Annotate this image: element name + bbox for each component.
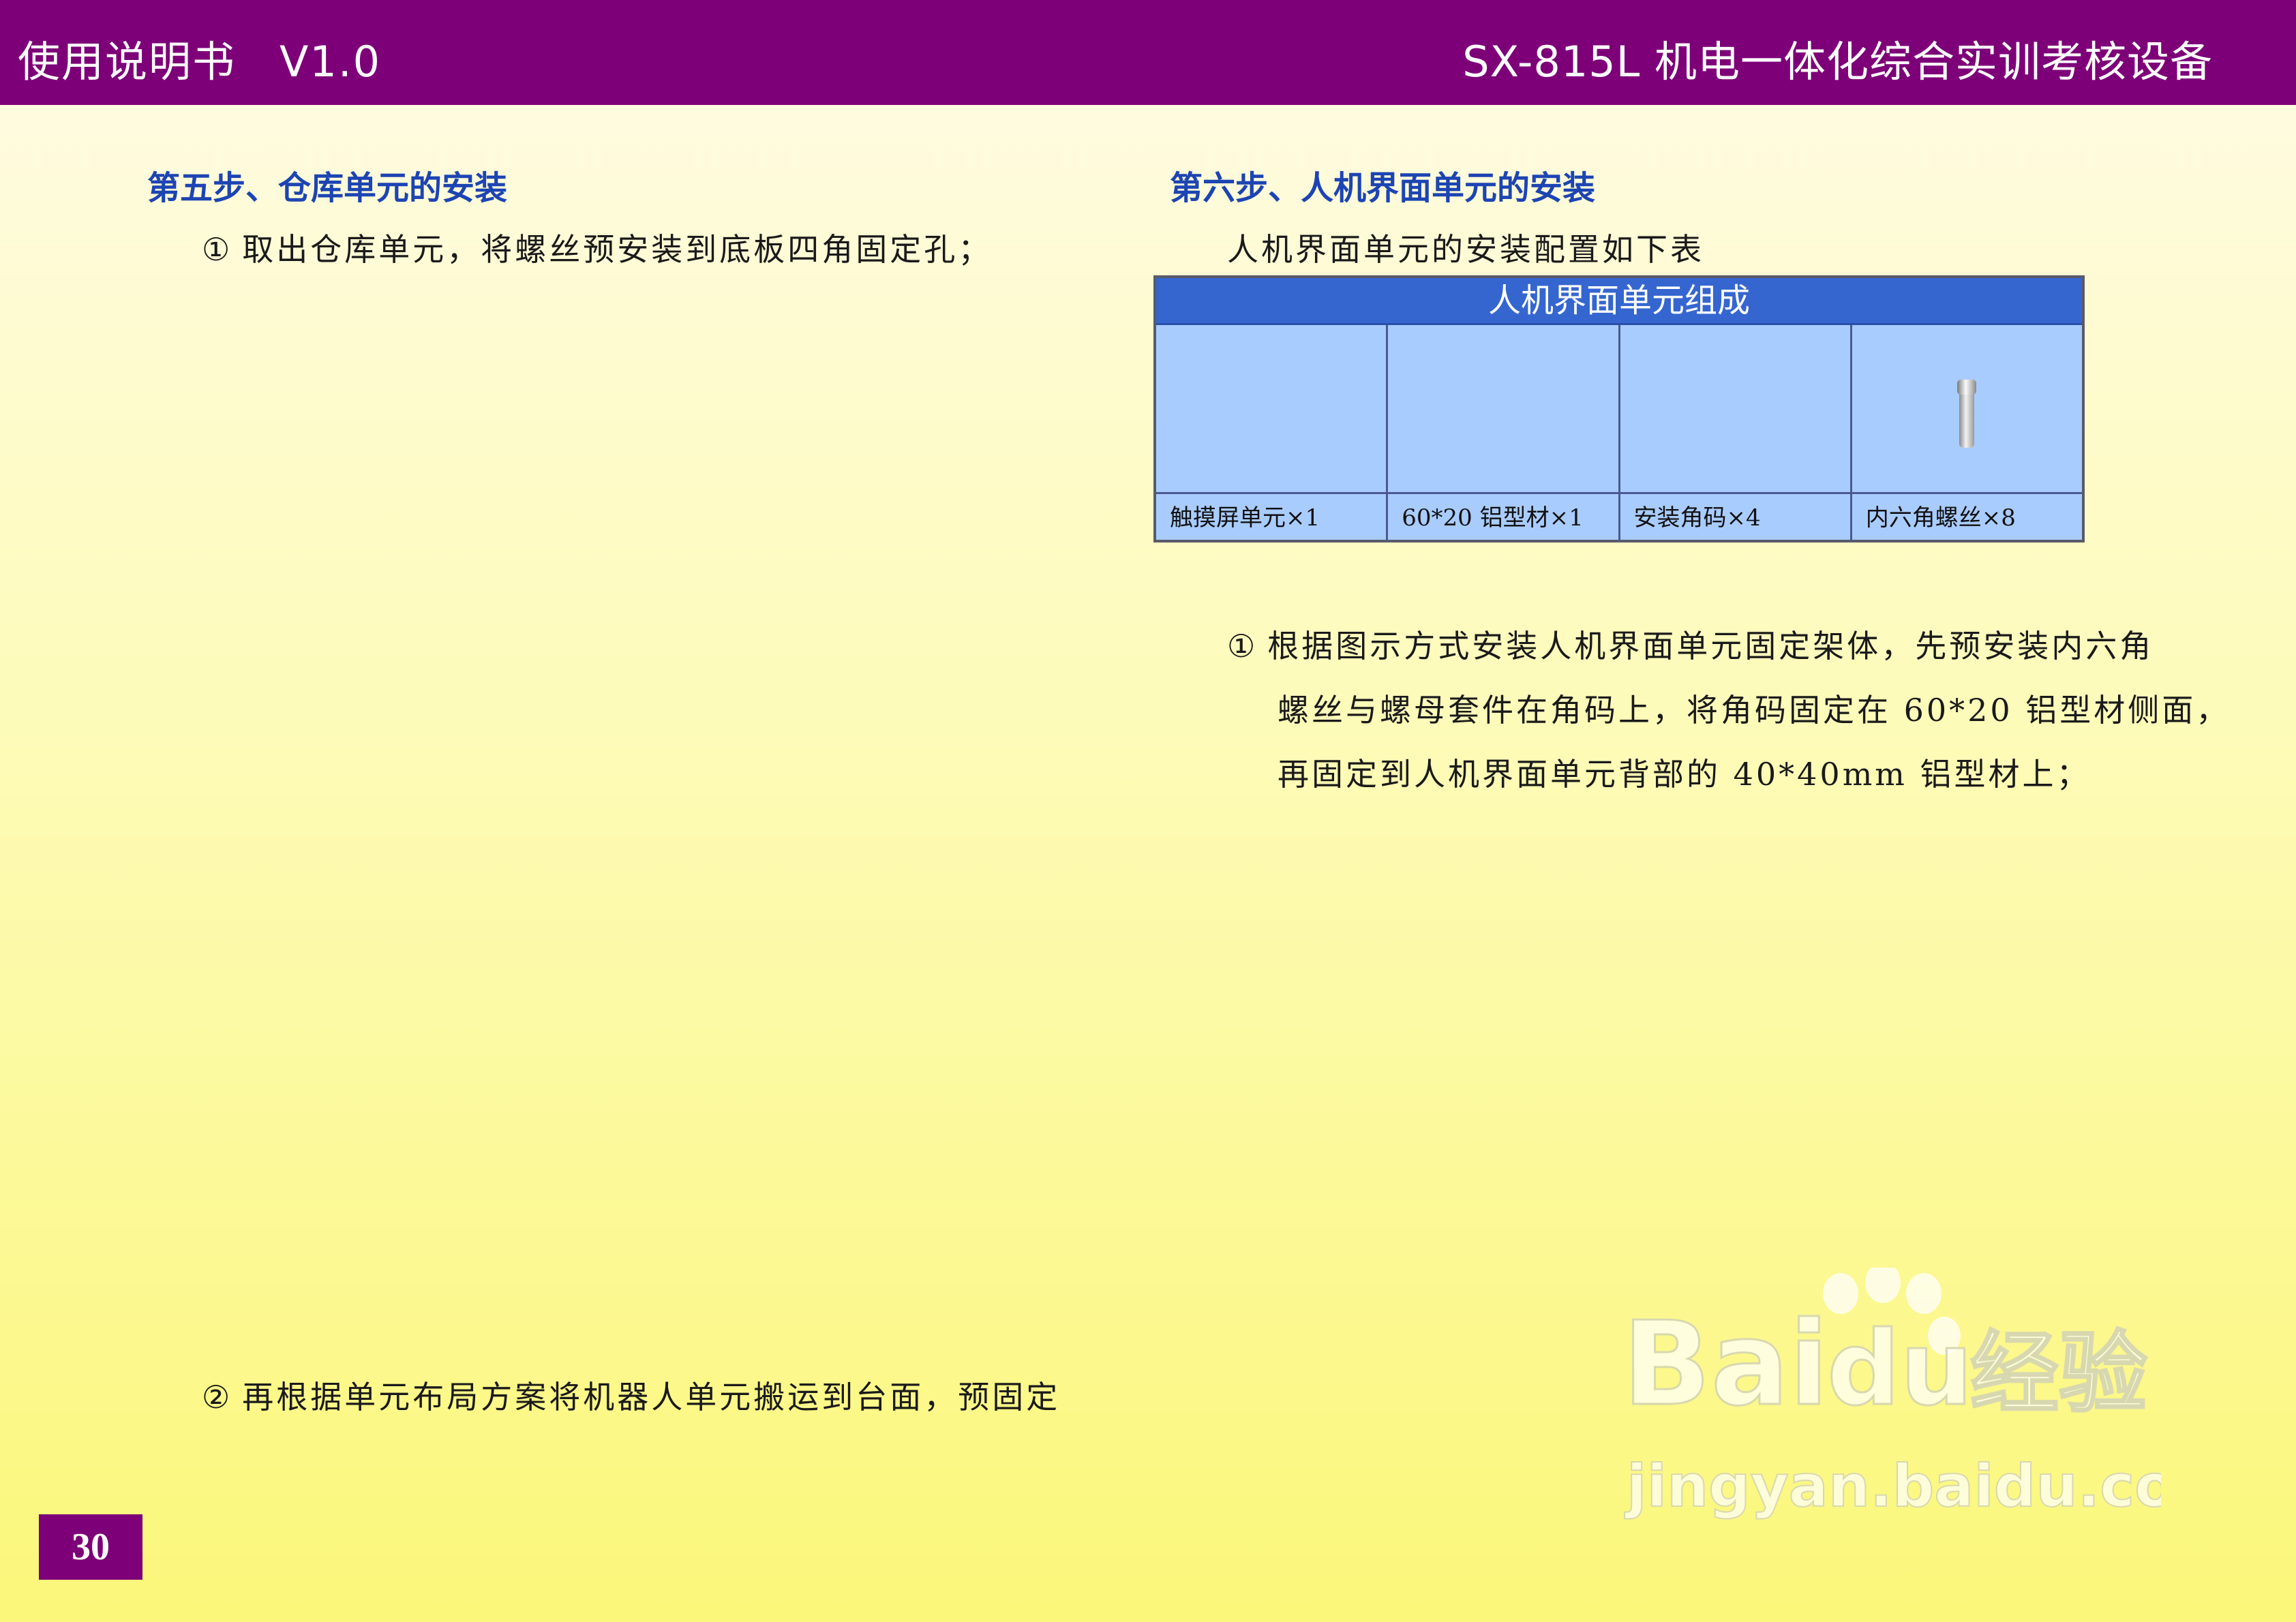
step6-heading: 第六步、人机界面单元的安装 <box>1170 169 1596 207</box>
manual-title: 使用说明书 V1.0 <box>18 37 382 87</box>
aluminum-profile-image-cell <box>1388 325 1620 492</box>
table-title: 人机界面单元组成 <box>1156 278 2082 325</box>
hex-screw-icon <box>1957 380 1977 448</box>
table-label: 安装角码×4 <box>1620 494 1852 542</box>
step6-item1-line3: 再固定到人机界面单元背部的 40*40mm 铝型材上； <box>1278 756 2091 793</box>
watermark-logo-text: Bai <box>1622 1297 1829 1432</box>
hmi-components-table: 人机界面单元组成 触摸屏单元×1 60*20 铝型材×1 安装角码×4 内六角螺… <box>1153 275 2085 542</box>
corner-bracket-image-cell <box>1620 325 1852 492</box>
step6-intro: 人机界面单元的安装配置如下表 <box>1227 231 1704 268</box>
hex-screw-image-cell <box>1852 325 2082 492</box>
watermark-url: jingyan.baidu.com <box>1625 1452 2161 1520</box>
step5-item2: ② 再根据单元布局方案将机器人单元搬运到台面，预固定 <box>202 1373 1060 1418</box>
step5-item2-text: 再根据单元布局方案将机器人单元搬运到台面，预固定 <box>242 1379 1061 1416</box>
step5-item1: ① 取出仓库单元，将螺丝预安装到底板四角固定孔； <box>202 225 992 270</box>
step6-item1-line1: 根据图示方式安装人机界面单元固定架体，先预安装内六角 <box>1267 628 2154 664</box>
step5-heading: 第五步、仓库单元的安装 <box>147 169 508 207</box>
table-label: 内六角螺丝×8 <box>1865 504 2016 532</box>
baidu-watermark: Bai du 经验 jingyan.baidu.com <box>1622 1268 2161 1521</box>
svg-text:du: du <box>1827 1310 1973 1428</box>
svg-text:经验: 经验 <box>1970 1321 2147 1425</box>
step6-item1: ① 根据图示方式安装人机界面单元固定架体，先预安装内六角 <box>1227 622 2154 667</box>
table-label-row: 触摸屏单元×1 60*20 铝型材×1 安装角码×4 内六角螺丝×8 <box>1156 494 2082 542</box>
table-label: 触摸屏单元×1 <box>1156 494 1389 542</box>
page-number: 30 <box>39 1514 142 1580</box>
step5-item1-number: ① <box>202 231 233 268</box>
step5-item2-number: ② <box>202 1379 233 1416</box>
step6-item1-line2: 螺丝与螺母套件在角码上，将角码固定在 60*20 铝型材侧面， <box>1278 692 2231 729</box>
touchscreen-image-cell <box>1156 325 1389 492</box>
device-title: SX-815L 机电一体化综合实训考核设备 <box>1462 37 2213 87</box>
step6-item1-number: ① <box>1227 628 1258 664</box>
table-image-row <box>1156 325 2082 494</box>
step5-item1-text: 取出仓库单元，将螺丝预安装到底板四角固定孔； <box>242 231 993 268</box>
table-label: 60*20 铝型材×1 <box>1388 494 1620 542</box>
page-header: 使用说明书 V1.0 SX-815L 机电一体化综合实训考核设备 <box>0 0 2296 105</box>
